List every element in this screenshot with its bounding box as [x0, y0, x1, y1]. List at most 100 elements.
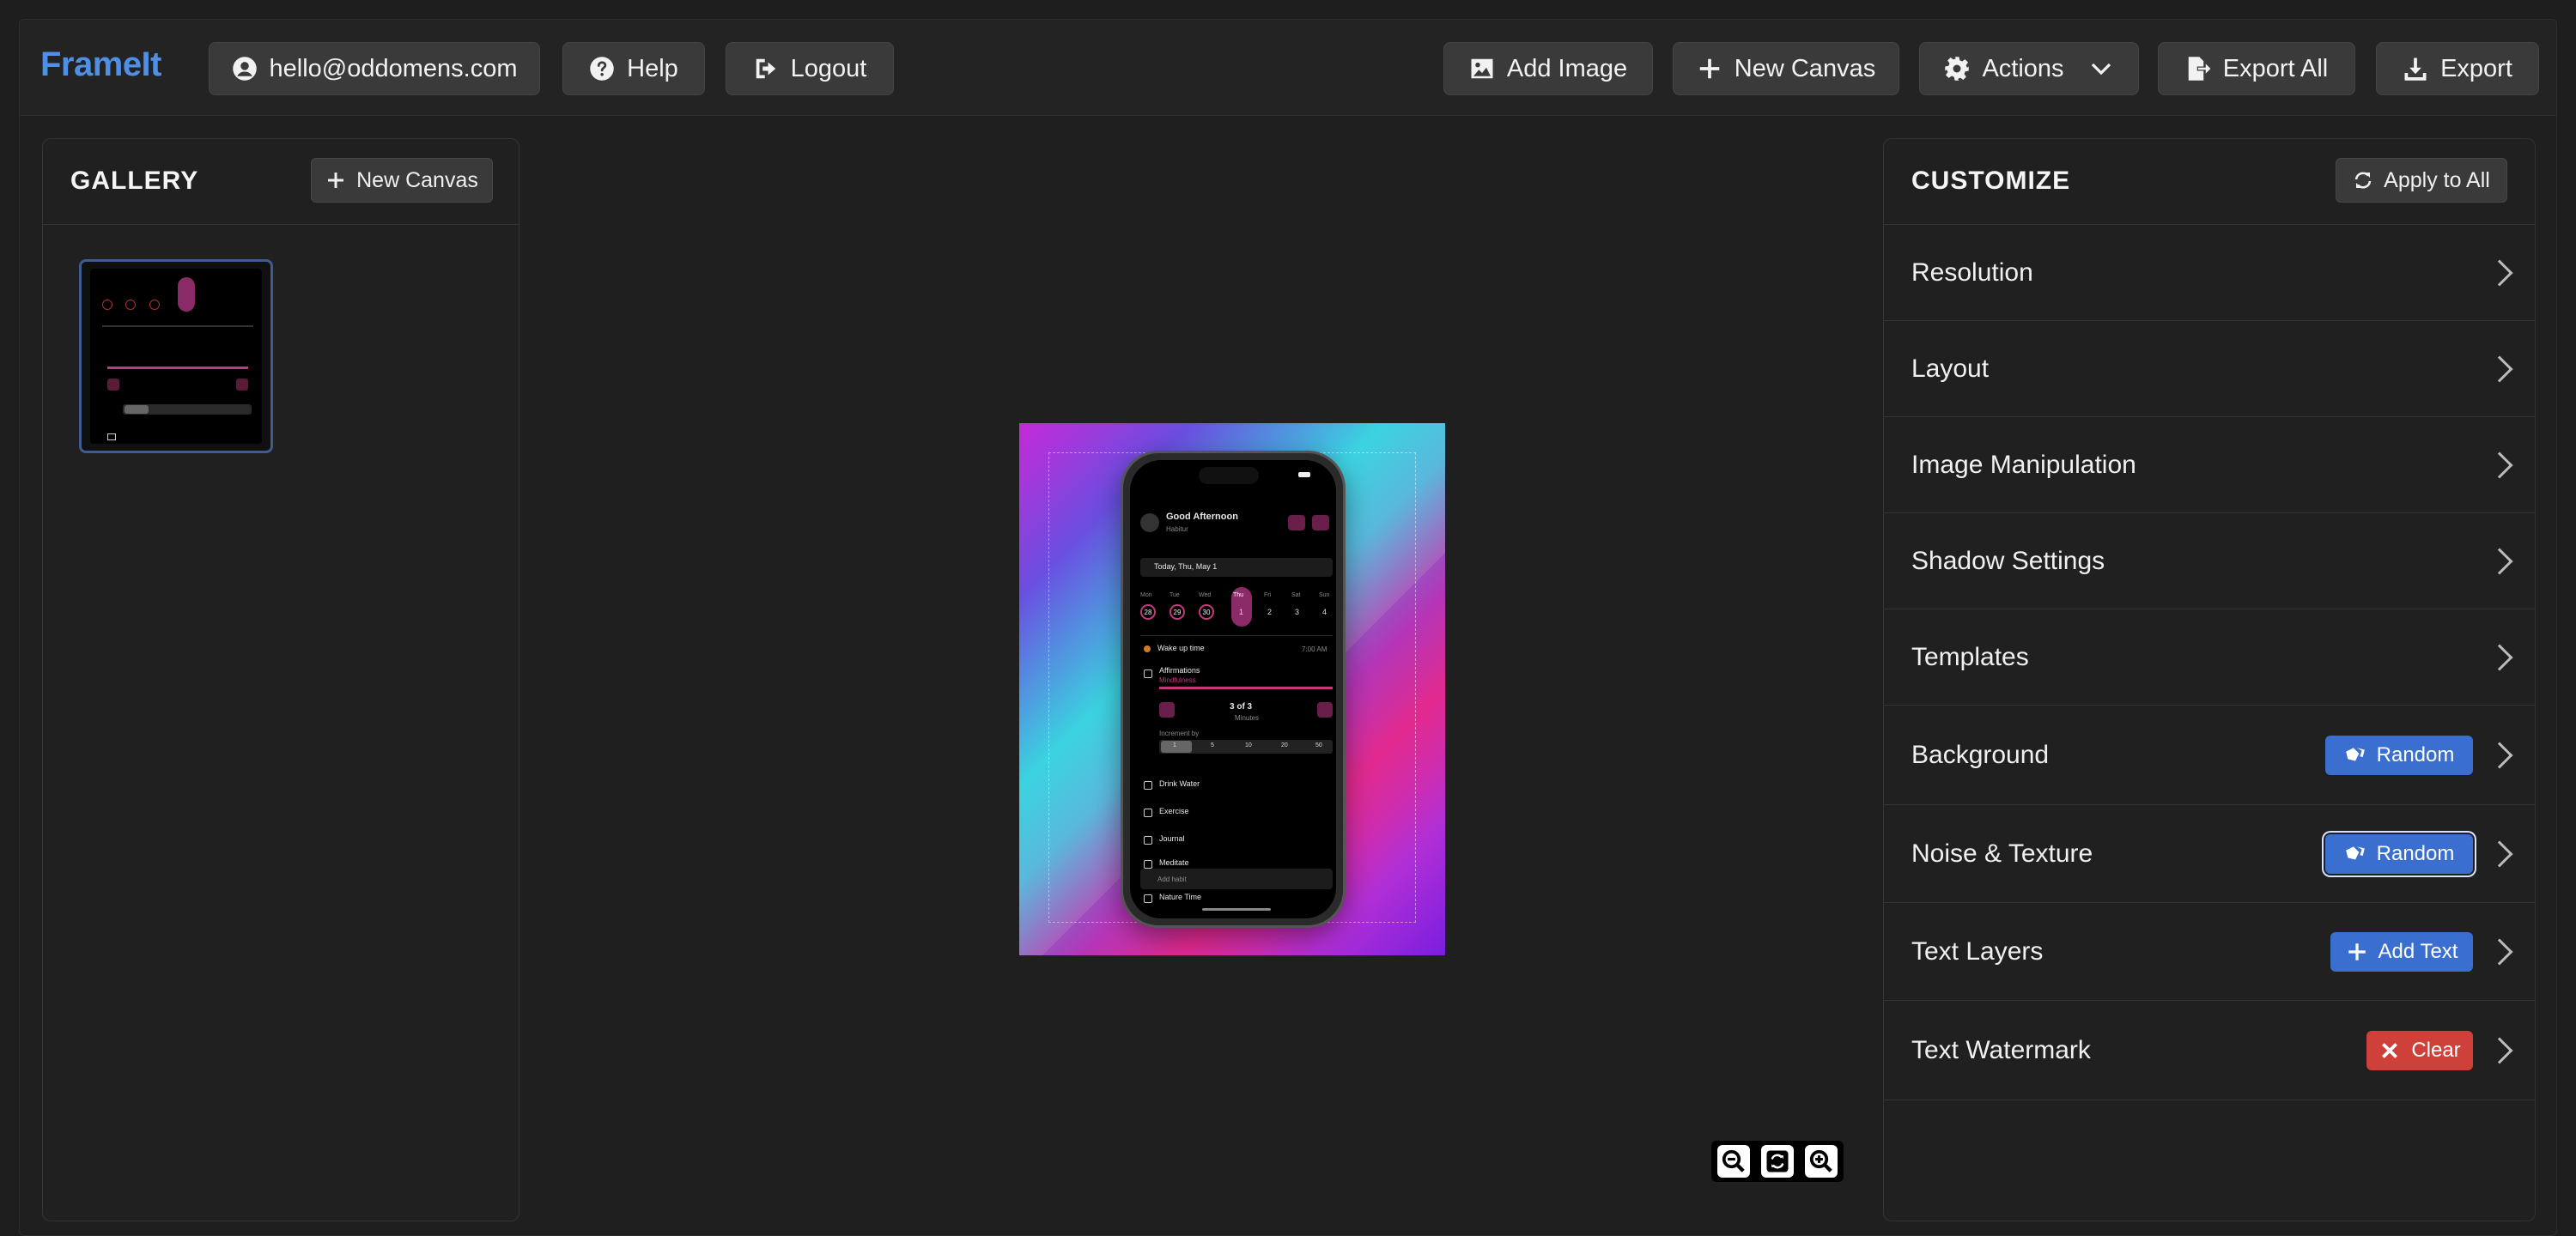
dice-icon — [2345, 845, 2365, 859]
add-image-button[interactable]: Add Image — [1443, 42, 1653, 95]
preview-counter: 3 of 3 — [1230, 702, 1253, 712]
app-window: FrameIt hello@oddomens.com Help Logout A… — [19, 19, 2557, 1236]
gallery-new-canvas-button[interactable]: New Canvas — [311, 158, 493, 203]
preview-increment: 1 — [1173, 742, 1176, 748]
export-button[interactable]: Export — [2376, 42, 2539, 95]
random-noise-button[interactable]: Random — [2325, 833, 2473, 874]
preview-increment-label: Increment by — [1159, 730, 1200, 737]
section-label: Templates — [1911, 642, 2029, 671]
logout-label: Logout — [790, 54, 867, 82]
preview-task: Meditate — [1159, 858, 1189, 867]
preview-date-dot: 30 — [1199, 604, 1214, 620]
chevron-right-icon — [2486, 355, 2513, 383]
help-label: Help — [627, 54, 678, 82]
preview-habit: Affirmations — [1159, 666, 1200, 675]
sync-icon — [2354, 172, 2372, 189]
gear-icon — [1945, 57, 1970, 81]
section-label: Background — [1911, 740, 2050, 769]
preview-increment: 20 — [1281, 742, 1288, 748]
actions-dropdown[interactable]: Actions — [1919, 42, 2139, 95]
preview-task: Drink Water — [1159, 779, 1200, 788]
chevron-down-icon — [2091, 63, 2111, 76]
random-label: Random — [2376, 742, 2455, 766]
preview-weekday: Mon — [1140, 592, 1152, 598]
preview-weekday: Thu — [1233, 592, 1244, 598]
preview-counter-unit: Minutes — [1235, 714, 1260, 722]
zoom-in-icon — [1810, 1149, 1833, 1172]
image-icon — [1471, 58, 1493, 79]
logout-button[interactable]: Logout — [726, 42, 894, 95]
section-background[interactable]: Background Random — [1884, 706, 2535, 805]
app-logo[interactable]: FrameIt — [40, 45, 162, 84]
zoom-controls — [1711, 1141, 1844, 1182]
preview-increment: 50 — [1315, 742, 1322, 748]
section-shadow-settings[interactable]: Shadow Settings — [1884, 513, 2535, 609]
preview-app-name: Habitur — [1166, 525, 1188, 533]
preview-wake-time: 7:00 AM — [1302, 645, 1327, 653]
gallery-header: GALLERY New Canvas — [43, 139, 519, 225]
random-background-button[interactable]: Random — [2325, 735, 2473, 775]
section-label: Text Watermark — [1911, 1035, 2091, 1064]
preview-add-habit: Add habit — [1157, 876, 1187, 883]
section-text-watermark[interactable]: Text Watermark Clear — [1884, 1001, 2535, 1100]
section-label: Layout — [1911, 354, 1990, 383]
phone-screen: Good Afternoon Habitur Today, Thu, May 1… — [1130, 460, 1336, 918]
export-all-button[interactable]: Export All — [2158, 42, 2355, 95]
dice-icon — [2345, 747, 2365, 760]
add-text-button[interactable]: Add Text — [2330, 931, 2473, 972]
device-frame: Good Afternoon Habitur Today, Thu, May 1… — [1121, 451, 1346, 928]
preview-increment: 10 — [1245, 742, 1252, 748]
add-text-label: Add Text — [2378, 939, 2458, 963]
clear-watermark-button[interactable]: Clear — [2366, 1030, 2473, 1070]
new-canvas-button[interactable]: New Canvas — [1673, 42, 1899, 95]
plus-icon — [328, 173, 344, 188]
top-toolbar: FrameIt hello@oddomens.com Help Logout A… — [20, 20, 2556, 116]
section-resolution[interactable]: Resolution — [1884, 225, 2535, 321]
chevron-right-icon — [2486, 840, 2513, 868]
section-image-manipulation[interactable]: Image Manipulation — [1884, 417, 2535, 513]
account-button[interactable]: hello@oddomens.com — [209, 42, 540, 95]
sign-out-icon — [756, 58, 775, 79]
canvas-preview[interactable]: Good Afternoon Habitur Today, Thu, May 1… — [1019, 423, 1445, 955]
user-circle-icon — [232, 57, 257, 81]
section-templates[interactable]: Templates — [1884, 609, 2535, 706]
export-label: Export — [2440, 54, 2512, 82]
apply-to-all-label: Apply to All — [2384, 167, 2490, 192]
preview-task-check — [1144, 836, 1152, 845]
preview-date-selected: 1 — [1239, 608, 1244, 616]
chevron-right-icon — [2486, 548, 2513, 575]
chevron-right-icon — [2486, 644, 2513, 671]
customize-panel: CUSTOMIZE Apply to All Resolution Layout… — [1883, 138, 2536, 1221]
reset-zoom-button[interactable] — [1760, 1145, 1794, 1178]
section-noise-texture[interactable]: Noise & Texture Random — [1884, 805, 2535, 903]
section-text-layers[interactable]: Text Layers Add Text — [1884, 903, 2535, 1001]
zoom-out-button[interactable] — [1716, 1145, 1750, 1178]
section-label: Image Manipulation — [1911, 450, 2136, 479]
preview-weekday: Tue — [1170, 592, 1180, 598]
preview-date: Today, Thu, May 1 — [1154, 562, 1218, 571]
chevron-right-icon — [2486, 259, 2513, 287]
preview-habit-check — [1144, 670, 1152, 678]
section-label: Text Layers — [1911, 936, 2044, 966]
close-icon — [2382, 1042, 2398, 1058]
preview-greeting: Good Afternoon — [1166, 512, 1238, 522]
question-circle-icon — [590, 57, 614, 81]
account-email: hello@oddomens.com — [269, 54, 518, 82]
preview-increment: 5 — [1211, 742, 1214, 748]
chevron-right-icon — [2486, 1037, 2513, 1064]
preview-task-check — [1144, 781, 1152, 790]
download-icon — [2404, 58, 2427, 81]
preview-task: Exercise — [1159, 807, 1189, 815]
preview-task: Nature Time — [1159, 893, 1202, 901]
preview-habit-category: Mindfulness — [1159, 676, 1196, 684]
zoom-in-button[interactable] — [1805, 1145, 1838, 1178]
help-button[interactable]: Help — [562, 42, 705, 95]
preview-weekday: Wed — [1199, 592, 1212, 598]
preview-date: 3 — [1295, 608, 1300, 616]
plus-icon — [1699, 58, 1720, 79]
preview-date-dot: 29 — [1170, 604, 1185, 620]
apply-to-all-button[interactable]: Apply to All — [2336, 158, 2507, 203]
gallery-panel: GALLERY New Canvas — [42, 138, 519, 1221]
section-layout[interactable]: Layout — [1884, 321, 2535, 417]
gallery-thumbnail[interactable] — [79, 259, 273, 453]
